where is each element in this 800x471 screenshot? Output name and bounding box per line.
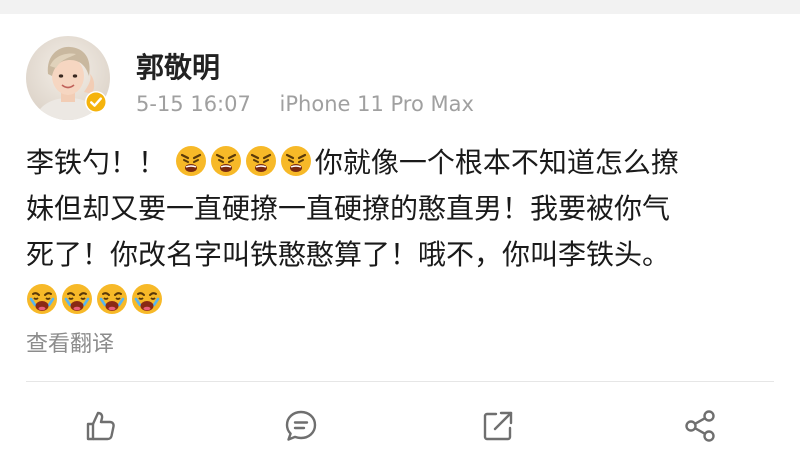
comment-icon: [285, 410, 317, 441]
post-text: 李铁勺！！ 你就像一个根本不知道怎么撩 妹但却又要一直硬撩一直硬撩的憨直男！我要…: [26, 140, 776, 324]
crying-face-icon: [62, 284, 92, 314]
post-text-line-3: 死了！你改名字叫铁憨憨算了！哦不，你叫李铁头。: [26, 238, 671, 271]
author-name[interactable]: 郭敬明: [136, 46, 220, 86]
weibo-post-card: 郭敬明 5-15 16:07 iPhone 11 Pro Max 李铁勺！！ 你…: [0, 0, 800, 471]
angry-face-icon: [210, 146, 241, 176]
post-text-line-4: [26, 278, 776, 324]
post-text-segment: 你就像一个根本不知道怎么撩: [314, 146, 679, 179]
translate-link[interactable]: 查看翻译: [26, 326, 114, 358]
post-text-line-1: 李铁勺！！ 你就像一个根本不知道怎么撩: [26, 140, 776, 186]
angry-face-icon: [175, 146, 206, 176]
action-bar-divider: [26, 381, 774, 382]
share-icon: [685, 410, 715, 442]
thumbs-up-icon: [86, 411, 115, 441]
share-button[interactable]: [678, 404, 722, 448]
crying-face-icon: [132, 284, 162, 314]
post-device: iPhone 11 Pro Max: [279, 92, 474, 116]
repost-button[interactable]: [476, 404, 520, 448]
crying-face-icon: [27, 284, 57, 314]
verified-badge-icon: [84, 90, 108, 114]
post-meta: 5-15 16:07 iPhone 11 Pro Max: [136, 92, 474, 116]
angry-face-icon: [280, 146, 311, 176]
repost-icon: [483, 411, 513, 441]
crying-face-icon: [97, 284, 127, 314]
post-text-line-2: 妹但却又要一直硬撩一直硬撩的憨直男！我要被你气: [26, 192, 671, 225]
angry-face-icon: [245, 146, 276, 176]
post-text-segment: 李铁勺！！: [26, 146, 167, 179]
post-time: 5-15 16:07: [136, 92, 251, 116]
top-separator: [0, 0, 800, 14]
like-button[interactable]: [78, 404, 122, 448]
comment-button[interactable]: [279, 404, 323, 448]
